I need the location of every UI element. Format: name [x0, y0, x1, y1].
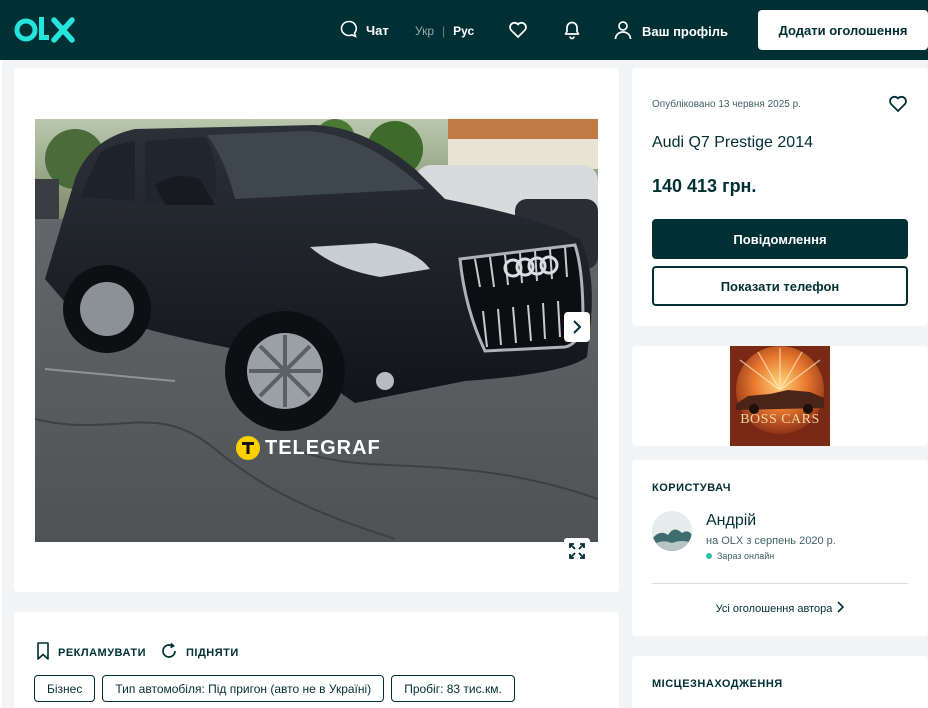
tag-car-type: Тип автомобіля: Під пригон (авто не в Ук…: [102, 675, 385, 702]
location-heading: МІСЦЕЗНАХОДЖЕННЯ: [652, 678, 783, 690]
boss-cars-banner[interactable]: BOSS CARS: [730, 346, 830, 446]
next-photo-arrow-icon[interactable]: [564, 312, 590, 342]
favorites-heart-icon[interactable]: [508, 20, 528, 45]
language-switcher: Укр | Рус: [415, 24, 474, 38]
fullscreen-expand-icon[interactable]: [564, 538, 590, 564]
watermark-text: TELEGRAF: [265, 436, 381, 459]
all-author-ads-link[interactable]: Усі оголошення автора: [632, 601, 928, 616]
page-edge: [0, 60, 2, 708]
user-name[interactable]: Андрій: [706, 512, 756, 530]
tag-business: Бізнес: [34, 675, 96, 702]
divider: [652, 583, 908, 584]
profile-label: Ваш профіль: [642, 24, 729, 39]
lang-ru-link[interactable]: Рус: [453, 24, 474, 38]
user-icon: [614, 20, 632, 43]
chat-icon: [340, 20, 358, 41]
telegraf-watermark: TELEGRAF: [235, 435, 381, 461]
tag-mileage: Пробіг: 83 тис.км.: [391, 675, 515, 702]
promote-label: РЕКЛАМУВАТИ: [58, 646, 146, 659]
online-dot-icon: [706, 553, 712, 559]
listing-photo[interactable]: TELEGRAF: [35, 119, 598, 542]
location-card: МІСЦЕЗНАХОДЖЕННЯ: [632, 656, 928, 708]
chat-label: Чат: [366, 23, 389, 38]
add-listing-button[interactable]: Додати оголошення: [758, 10, 928, 50]
lang-uk-link[interactable]: Укр: [415, 24, 434, 38]
banner-card: BOSS CARS: [632, 346, 928, 446]
lang-separator: |: [442, 24, 446, 38]
gallery-card: TELEGRAF: [14, 68, 619, 592]
online-status: Зараз онлайн: [706, 551, 774, 561]
user-since: на OLX з серпень 2020 р.: [706, 535, 836, 547]
telegraf-logo-icon: [235, 435, 261, 461]
profile-link[interactable]: Ваш профіль: [614, 20, 728, 43]
listing-title: Audi Q7 Prestige 2014: [652, 134, 813, 151]
olx-logo[interactable]: [14, 12, 78, 48]
user-avatar[interactable]: [652, 511, 692, 551]
notifications-bell-icon[interactable]: [562, 20, 582, 45]
all-ads-label: Усі оголошення автора: [715, 602, 833, 615]
user-heading: КОРИСТУВАЧ: [652, 482, 731, 494]
actions-card: РЕКЛАМУВАТИ ПІДНЯТИ Бізнес Тип автомобіл…: [14, 612, 619, 708]
promote-button[interactable]: РЕКЛАМУВАТИ: [36, 642, 146, 663]
show-phone-button[interactable]: Показати телефон: [652, 266, 908, 306]
listing-info-card: Опубліковано 13 червня 2025 р. Audi Q7 P…: [632, 68, 928, 326]
user-card: КОРИСТУВАЧ Андрій на OLX з серпень 2020 …: [632, 460, 928, 636]
favorite-heart-icon[interactable]: [888, 94, 908, 119]
raise-label: ПІДНЯТИ: [186, 646, 239, 659]
bookmark-icon: [36, 642, 50, 663]
raise-button[interactable]: ПІДНЯТИ: [160, 642, 239, 663]
banner-text: BOSS CARS: [740, 412, 820, 427]
parameter-tags: Бізнес Тип автомобіля: Під пригон (авто …: [34, 675, 515, 702]
refresh-icon: [160, 642, 178, 663]
listing-price: 140 413 грн.: [652, 176, 757, 196]
chevron-right-icon: [836, 601, 845, 616]
chat-link[interactable]: Чат: [340, 20, 389, 41]
message-button[interactable]: Повідомлення: [652, 219, 908, 259]
top-header: Чат Укр | Рус Ваш профіль Додати оголоше…: [0, 0, 928, 60]
published-date: Опубліковано 13 червня 2025 р.: [652, 99, 801, 110]
online-label: Зараз онлайн: [717, 551, 775, 561]
